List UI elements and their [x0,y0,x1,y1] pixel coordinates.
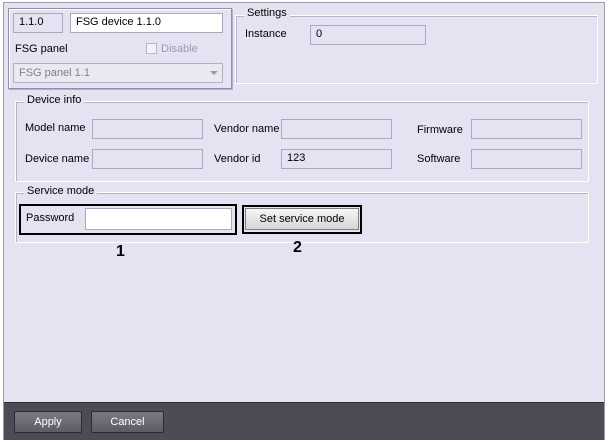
software-field[interactable] [471,149,582,169]
vendor-id-field[interactable]: 123 [281,149,392,169]
disable-label: Disable [161,43,198,55]
password-label: Password [26,212,75,224]
disable-checkbox[interactable] [146,43,157,54]
fsg-panel-select[interactable]: FSG panel 1.1 [13,63,223,83]
instance-field[interactable]: 0 [310,25,426,45]
set-service-mode-button[interactable]: Set service mode [245,208,359,230]
vendor-name-field[interactable] [281,119,392,139]
device-name-info-field[interactable] [92,149,203,169]
instance-label: Instance [245,28,287,40]
vendor-name-label: Vendor name [214,123,280,135]
apply-button[interactable]: Apply [14,411,82,433]
firmware-label: Firmware [417,124,463,136]
model-name-label: Model name [25,122,86,134]
device-name-label: Device name [25,153,90,165]
model-name-field[interactable] [92,119,203,139]
device-panel-box: 1.1.0 FSG device 1.1.0 FSG panel Disable… [8,8,232,89]
device-name-field[interactable]: FSG device 1.1.0 [70,13,223,33]
service-mode-title: Service mode [24,185,98,197]
settings-group: Settings Instance 0 [235,7,598,84]
callout-1: 1 [116,243,125,260]
password-field[interactable] [85,208,232,230]
settings-title: Settings [244,7,290,19]
chevron-down-icon [210,71,218,75]
callout-2: 2 [293,239,302,256]
footer-bar: Apply Cancel [4,402,604,440]
firmware-field[interactable] [471,119,582,139]
fsg-panel-select-value: FSG panel 1.1 [19,67,90,79]
fsg-panel-label: FSG panel [15,43,68,55]
device-address-field[interactable]: 1.1.0 [13,13,63,33]
software-label: Software [417,153,461,165]
device-info-title: Device info [24,94,85,106]
vendor-id-label: Vendor id [214,153,261,165]
cancel-button[interactable]: Cancel [91,411,164,433]
device-info-group: Device info Model name Vendor name Firmw… [15,94,589,182]
